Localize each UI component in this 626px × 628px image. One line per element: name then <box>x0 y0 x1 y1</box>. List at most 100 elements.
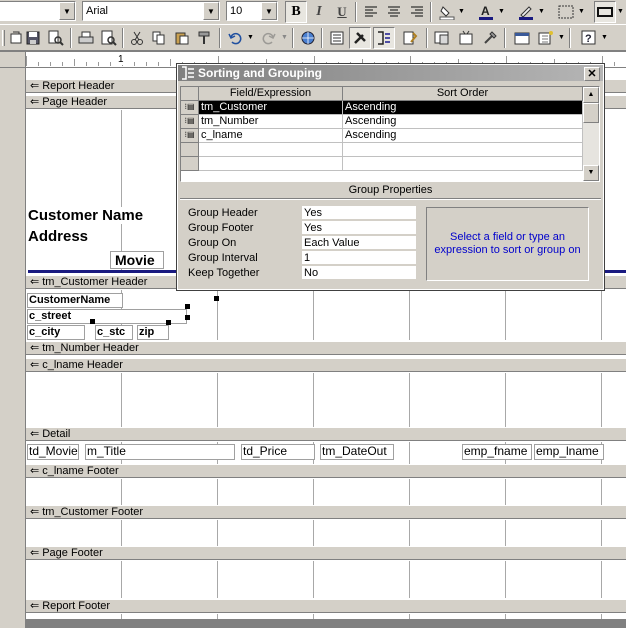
format-painter-icon[interactable] <box>194 27 216 49</box>
new-object-icon[interactable] <box>535 27 557 49</box>
italic-button[interactable]: I <box>308 1 330 23</box>
grid-row[interactable] <box>181 157 599 171</box>
line-color-icon[interactable] <box>515 1 537 23</box>
close-button[interactable]: ✕ <box>584 67 600 81</box>
field-td-price[interactable]: td_Price <box>241 444 315 460</box>
cell-field-expression[interactable]: c_lname <box>199 129 343 143</box>
underline-button[interactable]: U <box>331 1 353 23</box>
chevron-down-icon[interactable]: ▼ <box>601 34 608 41</box>
property-value[interactable]: No <box>302 266 416 280</box>
chevron-down-icon[interactable]: ▼ <box>617 8 624 15</box>
cell-field-expression[interactable]: tm_Number <box>199 115 343 129</box>
search-icon[interactable] <box>45 27 67 49</box>
field-tm-dateout[interactable]: tm_DateOut <box>320 444 394 460</box>
hyperlink-icon[interactable] <box>297 27 319 49</box>
autoformat-icon[interactable] <box>399 27 421 49</box>
group-row-icon[interactable]: ⁝▤ <box>181 101 199 115</box>
build-icon[interactable] <box>479 27 501 49</box>
grid-scrollbar[interactable]: ▲ ▼ <box>583 87 599 181</box>
selection-handle[interactable] <box>185 304 190 309</box>
grid-row[interactable]: ⁝▤ tm_Customer Ascending <box>181 101 599 115</box>
label-address[interactable]: Address <box>28 228 91 245</box>
field-street[interactable]: c_street <box>27 309 187 324</box>
report-footer-bar[interactable]: ⇐ Report Footer <box>26 599 626 613</box>
cell-field-expression[interactable] <box>199 143 343 157</box>
grid-row[interactable] <box>181 143 599 157</box>
column-header-field[interactable]: Field/Expression <box>199 87 343 101</box>
property-value[interactable]: 1 <box>302 251 416 265</box>
page-footer-bar[interactable]: ⇐ Page Footer <box>26 546 626 560</box>
selection-handle[interactable] <box>185 315 190 320</box>
undo-icon[interactable] <box>224 27 246 49</box>
align-right-icon[interactable] <box>406 1 428 23</box>
object-combo[interactable]: ▼ <box>0 1 76 21</box>
grid-row[interactable]: ⁝▤ c_lname Ascending <box>181 129 599 143</box>
special-effect-icon[interactable] <box>594 1 616 23</box>
chevron-down-icon[interactable]: ▼ <box>203 2 219 20</box>
chevron-down-icon[interactable]: ▼ <box>59 2 75 20</box>
field-state[interactable]: c_stc <box>95 325 133 340</box>
label-customer-name[interactable]: Customer Name <box>28 207 146 224</box>
field-m-title[interactable]: m_Title <box>85 444 235 460</box>
properties-icon[interactable] <box>455 27 477 49</box>
property-value[interactable]: Yes <box>302 221 416 235</box>
cell-field-expression[interactable] <box>199 157 343 171</box>
scroll-down-icon[interactable]: ▼ <box>583 165 599 181</box>
chevron-down-icon[interactable]: ▼ <box>558 34 565 41</box>
scroll-up-icon[interactable]: ▲ <box>583 87 599 103</box>
row-selector[interactable] <box>181 157 199 171</box>
fill-color-icon[interactable] <box>436 1 458 23</box>
c-lname-header-bar[interactable]: ⇐ c_lname Header <box>26 358 626 372</box>
align-left-icon[interactable] <box>360 1 382 23</box>
chevron-down-icon[interactable]: ▼ <box>498 8 505 15</box>
chevron-down-icon[interactable]: ▼ <box>281 34 288 41</box>
cell-sort-order[interactable] <box>343 157 583 171</box>
size-combo[interactable]: 10 ▼ <box>226 1 278 21</box>
column-header-sort-order[interactable]: Sort Order <box>343 87 583 101</box>
chevron-down-icon[interactable]: ▼ <box>578 8 585 15</box>
line-width-icon[interactable] <box>555 1 577 23</box>
redo-icon[interactable] <box>258 27 280 49</box>
toolbox-icon[interactable] <box>349 27 371 49</box>
label-movie[interactable]: Movie <box>110 251 164 269</box>
print-icon[interactable] <box>75 27 97 49</box>
tm-customer-footer-bar[interactable]: ⇐ tm_Customer Footer <box>26 505 626 519</box>
print-preview-icon[interactable] <box>98 27 120 49</box>
grid-row[interactable]: ⁝▤ tm_Number Ascending <box>181 115 599 129</box>
font-color-icon[interactable]: A <box>475 1 497 23</box>
group-row-icon[interactable]: ⁝▤ <box>181 115 199 129</box>
scroll-thumb[interactable] <box>583 103 599 123</box>
field-td-movie[interactable]: td_Movie <box>27 444 79 460</box>
field-city[interactable]: c_city <box>27 325 85 340</box>
tm-number-header-bar[interactable]: ⇐ tm_Number Header <box>26 341 626 355</box>
dialog-title-bar[interactable]: Sorting and Grouping <box>178 65 603 81</box>
font-combo[interactable]: Arial ▼ <box>82 1 220 21</box>
property-value[interactable]: Yes <box>302 206 416 220</box>
save-icon[interactable] <box>22 27 44 49</box>
field-list-icon[interactable] <box>326 27 348 49</box>
selection-handle[interactable] <box>90 319 95 324</box>
cell-sort-order[interactable]: Ascending <box>343 101 583 115</box>
bold-button[interactable]: B <box>285 1 307 23</box>
cell-sort-order[interactable] <box>343 143 583 157</box>
c-lname-footer-bar[interactable]: ⇐ c_lname Footer <box>26 464 626 478</box>
field-emp-fname[interactable]: emp_fname <box>462 444 532 460</box>
chevron-down-icon[interactable]: ▼ <box>247 34 254 41</box>
cell-sort-order[interactable]: Ascending <box>343 115 583 129</box>
chevron-down-icon[interactable]: ▼ <box>261 2 277 20</box>
chevron-down-icon[interactable]: ▼ <box>538 8 545 15</box>
cell-sort-order[interactable]: Ascending <box>343 129 583 143</box>
detail-bar[interactable]: ⇐ Detail <box>26 427 626 441</box>
sorting-grouping-icon[interactable] <box>373 27 395 49</box>
field-emp-lname[interactable]: emp_lname <box>534 444 604 460</box>
database-window-icon[interactable] <box>511 27 533 49</box>
cell-field-expression[interactable]: tm_Customer <box>199 101 343 115</box>
copy-icon[interactable] <box>148 27 170 49</box>
cut-icon[interactable] <box>126 27 148 49</box>
field-zip[interactable]: zip <box>137 325 169 340</box>
property-value[interactable]: Each Value <box>302 236 416 250</box>
field-customer-name[interactable]: CustomerName <box>27 293 123 308</box>
selection-handle[interactable] <box>166 320 171 325</box>
help-icon[interactable]: ? <box>578 27 600 49</box>
align-center-icon[interactable] <box>383 1 405 23</box>
